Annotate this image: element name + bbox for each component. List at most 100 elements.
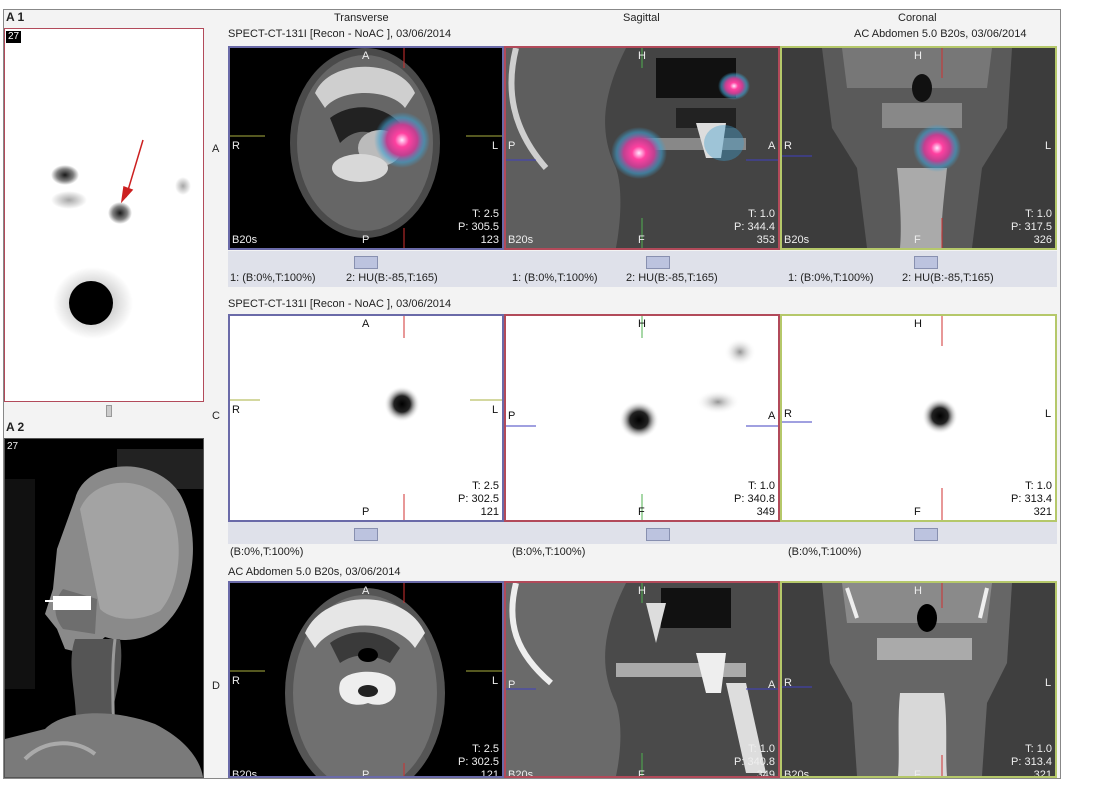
orient-top: H [914,585,922,597]
uptake-focus [51,165,79,185]
window-level-1: 1: (B:0%,T:100%) [230,272,316,284]
panel-splitter[interactable] [4,402,204,418]
row-letter-ct: D [212,680,220,692]
slice-number: 353 [756,234,775,246]
planar-scintigraphy-viewport[interactable]: 27 [4,28,204,402]
orient-right: A [768,410,776,422]
fused-transverse-image [230,48,502,248]
hotspot [374,112,430,168]
orient-left: P [508,410,516,422]
panel-a2[interactable]: A 2 27 [4,418,204,778]
position-readout: P: 344.4 [734,221,775,233]
orient-bottom: F [638,506,645,518]
thickness-readout: T: 1.0 [1025,208,1052,220]
hotspot [913,124,961,172]
window-slider-handle[interactable] [354,528,378,541]
thickness-readout: T: 2.5 [472,480,499,492]
orient-bottom: F [914,506,921,518]
orient-right: L [492,404,499,416]
series-label-spect: SPECT-CT-131I [Recon - NoAC ], 03/06/201… [228,298,452,310]
orient-top: H [638,585,646,597]
mip-skull-rendering [5,449,203,777]
ct-sagittal-viewport[interactable]: H P A F B20s T: 1.0 P: 340.8 349 [504,581,780,778]
window-slider-handle[interactable] [354,256,378,269]
slice-number: 321 [1033,769,1052,778]
viewer-window: A 1 27 A 2 27 Transverse Sagittal Corona… [3,9,1061,779]
fused-sagittal-viewport[interactable]: H P A F B20s T: 1.0 P: 344.4 353 [504,46,780,250]
dental-artifact [53,596,91,610]
kernel-label: B20s [508,769,534,778]
thickness-readout: T: 2.5 [472,743,499,755]
orient-top: H [914,50,922,62]
position-readout: P: 302.5 [458,756,499,768]
ct-coronal-viewport[interactable]: H R L F B20s T: 1.0 P: 313.4 321 [780,581,1057,778]
spect-transverse-image [230,316,502,520]
orient-left: P [508,140,516,152]
window-level: (B:0%,T:100%) [788,546,862,558]
thickness-readout: T: 1.0 [1025,743,1052,755]
fused-sagittal-image [506,48,778,248]
ct-sagittal-image [506,583,778,776]
fused-coronal-viewport[interactable]: H R L F B20s T: 1.0 P: 317.5 326 [780,46,1057,250]
uptake-focus [922,398,958,434]
window-slider-handle[interactable] [914,256,938,269]
splitter-handle[interactable] [106,405,112,417]
spect-sagittal-image [506,316,778,520]
orient-bottom: F [638,234,645,246]
slice-number: 326 [1033,234,1052,246]
window-level-2: 2: HU(B:-85,T:165) [346,272,438,284]
kernel-label: B20s [784,769,810,778]
mip-3d-viewport[interactable]: 27 [4,438,204,778]
spect-coronal-viewport[interactable]: H R L F T: 1.0 P: 313.4 321 [780,314,1057,522]
orient-bottom: P [362,769,370,778]
series-label-fused-ct: AC Abdomen 5.0 B20s, 03/06/2014 [854,28,1027,40]
orient-bottom: F [914,769,921,778]
spect-transverse-viewport[interactable]: A R L P T: 2.5 P: 302.5 121 [228,314,504,522]
fused-coronal-image [782,48,1055,248]
thickness-readout: T: 1.0 [1025,480,1052,492]
hotspot [611,127,667,179]
series-label-fused-spect: SPECT-CT-131I [Recon - NoAC ], 03/06/201… [228,28,452,40]
window-level: (B:0%,T:100%) [512,546,586,558]
slice-number: 349 [756,506,775,518]
orient-left: R [232,404,240,416]
kernel-label: B20s [232,234,258,246]
orient-right: L [492,140,499,152]
orient-right: L [1045,140,1052,152]
window-slider-handle[interactable] [646,528,670,541]
orient-left: R [232,675,240,687]
uptake-focus [696,390,740,414]
orient-right: A [768,140,776,152]
orient-left: R [232,140,240,152]
orient-top: A [362,50,370,62]
position-readout: P: 305.5 [458,221,499,233]
fused-transverse-viewport[interactable]: A R L P B20s T: 2.5 P: 305.5 123 [228,46,504,250]
orient-left: R [784,408,792,420]
window-level-1: 1: (B:0%,T:100%) [788,272,874,284]
panel-a1-label: A 1 [6,10,25,24]
orient-right: A [768,679,776,691]
spect-coronal-image [782,316,958,520]
window-slider-handle[interactable] [914,528,938,541]
panel-a1[interactable]: A 1 27 [4,10,204,402]
position-readout: P: 302.5 [458,493,499,505]
orient-left: R [784,140,792,152]
position-readout: P: 317.5 [1011,221,1052,233]
ct-transverse-image [230,583,502,776]
orient-right: L [492,675,499,687]
slice-number: 321 [1033,506,1052,518]
series-label-ct: AC Abdomen 5.0 B20s, 03/06/2014 [228,566,401,578]
window-level-2: 2: HU(B:-85,T:165) [902,272,994,284]
uptake-focus [384,386,420,422]
thickness-readout: T: 1.0 [748,208,775,220]
orient-right: L [1045,408,1052,420]
slice-number: 121 [480,506,499,518]
slice-number: 123 [480,234,499,246]
spect-sagittal-viewport[interactable]: H P A F T: 1.0 P: 340.8 349 [504,314,780,522]
orient-top: A [362,318,370,330]
ct-transverse-viewport[interactable]: A R L P B20s T: 2.5 P: 302.5 121 [228,581,504,778]
faint-uptake [53,267,133,339]
view-header-sagittal: Sagittal [623,12,660,24]
window-slider-handle[interactable] [646,256,670,269]
image-index-badge: 27 [6,31,22,43]
